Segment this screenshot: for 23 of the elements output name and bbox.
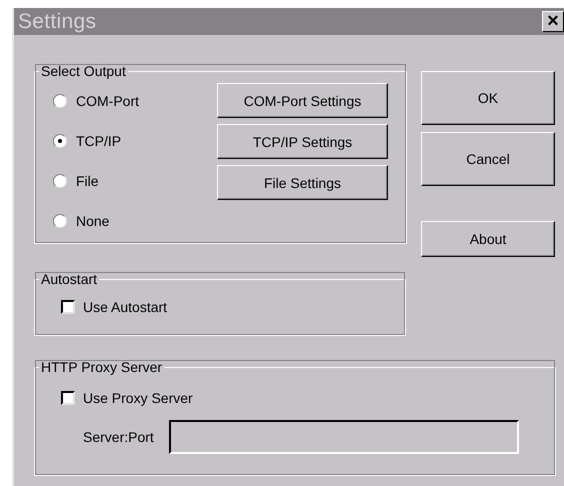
radio-label: TCP/IP (76, 132, 122, 148)
group-title: Autostart (39, 271, 100, 287)
radio-label: COM-Port (76, 92, 139, 108)
radio-label: File (76, 172, 99, 188)
radio-button[interactable] (53, 174, 67, 188)
dialog-button[interactable]: About (421, 221, 555, 257)
radio-button[interactable] (53, 94, 67, 108)
window-title: Settings (18, 10, 96, 34)
radio-button[interactable] (53, 214, 67, 228)
settings-button[interactable]: File Settings (217, 165, 388, 200)
group-title: HTTP Proxy Server (39, 359, 164, 375)
dialog-button[interactable]: Cancel (421, 132, 555, 186)
radio-button[interactable] (53, 134, 67, 148)
settings-button[interactable]: COM-Port Settings (217, 83, 388, 118)
field-label: Server:Port (83, 429, 154, 445)
dialog-button[interactable]: OK (421, 71, 555, 125)
radio-label: None (76, 212, 110, 228)
checkbox-label: Use Autostart (83, 299, 168, 315)
close-button[interactable]: × (542, 11, 564, 32)
checkbox[interactable] (61, 300, 75, 314)
settings-button[interactable]: TCP/IP Settings (217, 124, 388, 159)
group-title: Select Output (39, 63, 128, 79)
checkbox-label: Use Proxy Server (83, 390, 193, 406)
